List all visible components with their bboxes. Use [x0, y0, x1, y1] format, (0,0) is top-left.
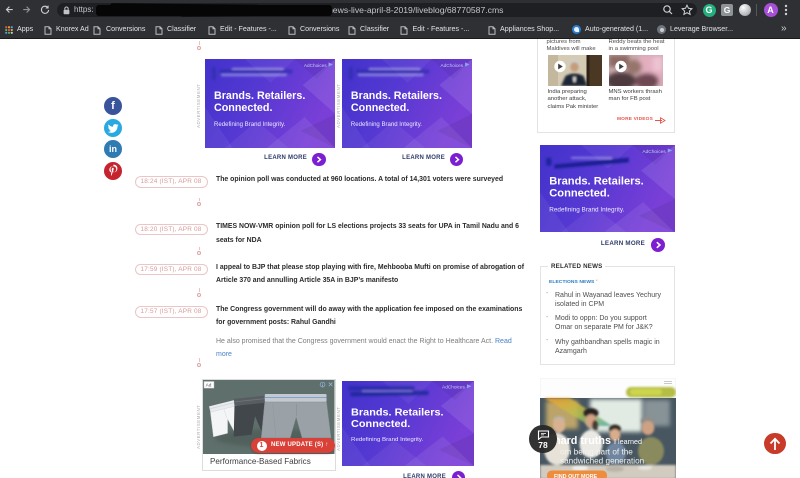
- svg-text:AdChoices: AdChoices: [440, 62, 463, 67]
- svg-text:Redefining Brand Integrity.: Redefining Brand Integrity.: [213, 120, 285, 127]
- svg-text:om being part of the: om being part of the: [560, 447, 633, 456]
- svg-text:AdChoices: AdChoices: [442, 385, 466, 390]
- svg-text:hard truths I learned: hard truths I learned: [554, 435, 642, 447]
- svg-text:Connected.: Connected.: [350, 101, 408, 113]
- svg-text:Connected.: Connected.: [351, 418, 410, 430]
- svg-text:Connected.: Connected.: [549, 188, 610, 200]
- svg-text:Brands. Retailers.: Brands. Retailers.: [549, 175, 643, 187]
- svg-text:Redefining Brand Integrity.: Redefining Brand Integrity.: [549, 206, 624, 213]
- svg-text:Brands. Retailers.: Brands. Retailers.: [350, 89, 441, 101]
- svg-text:Redefining Brand Integrity.: Redefining Brand Integrity.: [351, 437, 423, 443]
- svg-text:Ad: Ad: [206, 382, 212, 388]
- svg-text:Brands. Retailers.: Brands. Retailers.: [213, 89, 304, 101]
- svg-text:AdChoices: AdChoices: [303, 62, 326, 67]
- svg-text:Redefining Brand Integrity.: Redefining Brand Integrity.: [350, 121, 421, 127]
- svg-text:FIND OUT MORE: FIND OUT MORE: [554, 473, 598, 478]
- svg-text:Connected.: Connected.: [213, 101, 272, 113]
- svg-text:sandwiched generation: sandwiched generation: [560, 456, 645, 465]
- svg-text:Brands. Retailers.: Brands. Retailers.: [351, 407, 444, 419]
- svg-text:AdChoices: AdChoices: [642, 149, 666, 155]
